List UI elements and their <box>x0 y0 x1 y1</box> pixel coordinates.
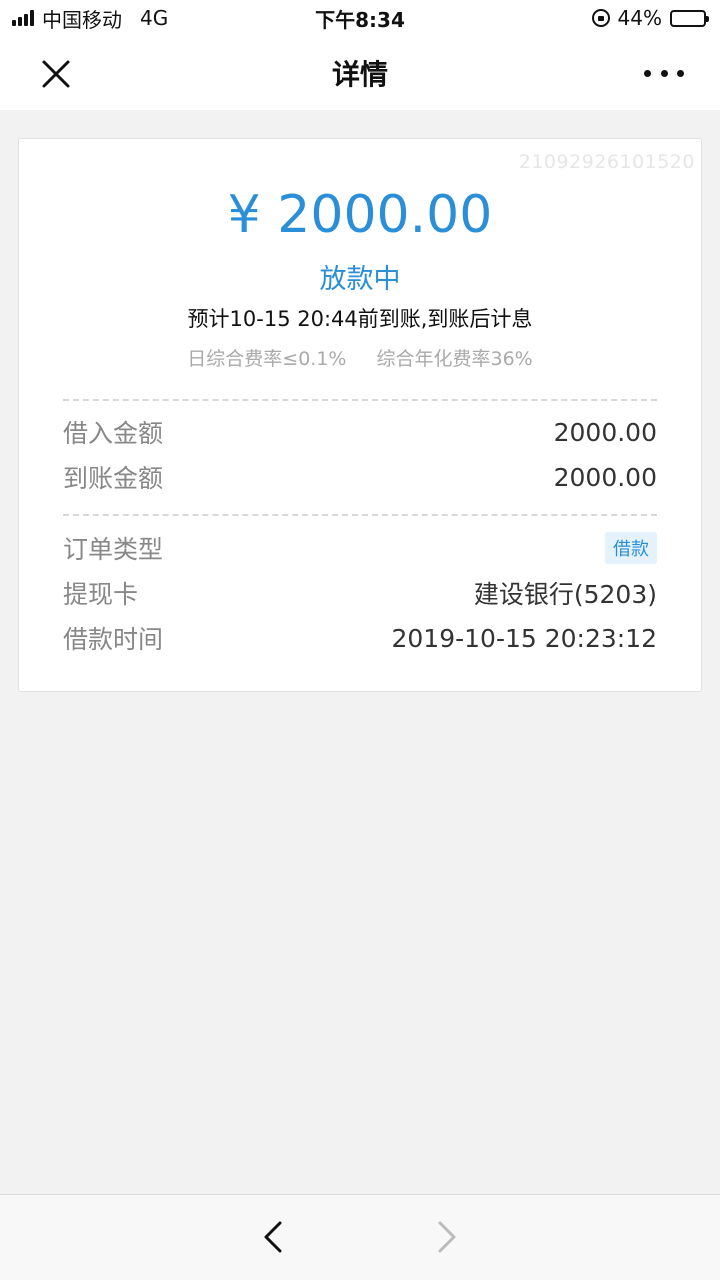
rate-info: 日综合费率≤0.1% 综合年化费率36% <box>19 344 701 371</box>
row-label: 提现卡 <box>63 580 139 609</box>
battery-percent: 44% <box>617 6 662 30</box>
nav-bar: 详情 <box>0 36 720 110</box>
more-icon[interactable] <box>644 58 684 88</box>
status-right: 44% <box>591 6 709 30</box>
annual-rate: 综合年化费率36% <box>376 348 533 370</box>
detail-row-loan-time: 借款时间 2019-10-15 20:23:12 <box>63 618 657 658</box>
rotation-lock-icon <box>591 9 610 27</box>
loan-status: 放款中 <box>319 264 401 295</box>
row-value: 建设银行(5203) <box>473 580 657 609</box>
row-value: 2000.00 <box>553 462 657 492</box>
row-label: 到账金额 <box>63 464 164 493</box>
daily-rate: 日综合费率≤0.1% <box>187 348 347 370</box>
status-left: 中国移动 4G <box>12 4 168 33</box>
back-arrow-icon[interactable] <box>258 1217 288 1257</box>
row-value: 2019-10-15 20:23:12 <box>391 623 657 653</box>
order-number: 21092926101520 <box>518 151 695 173</box>
row-label: 订单类型 <box>63 535 164 564</box>
detail-row-borrow-amount: 借入金额 2000.00 <box>63 412 657 452</box>
network-type: 4G <box>140 6 169 30</box>
signal-icon <box>12 10 34 26</box>
row-label: 借入金额 <box>63 419 164 448</box>
detail-row-card: 提现卡 建设银行(5203) <box>63 573 657 613</box>
divider <box>63 399 657 401</box>
page-title: 详情 <box>331 58 388 91</box>
divider <box>63 514 657 516</box>
status-bar: 中国移动 4G 下午8:34 44% <box>0 0 720 36</box>
bottom-toolbar <box>0 1194 720 1280</box>
battery-icon <box>670 9 709 27</box>
detail-row-arrival-amount: 到账金额 2000.00 <box>63 457 657 497</box>
forward-arrow-icon[interactable] <box>432 1217 462 1257</box>
order-type-badge: 借款 <box>605 532 657 564</box>
order-detail-card: 21092926101520 ¥ 2000.00 放款中 预计10-15 20:… <box>18 138 702 692</box>
row-label: 借款时间 <box>63 625 164 654</box>
carrier-name: 中国移动 <box>42 7 122 32</box>
close-icon[interactable] <box>38 56 74 92</box>
row-value: 2000.00 <box>553 417 657 447</box>
loan-amount: ¥ 2000.00 <box>227 185 493 245</box>
arrival-estimate: 预计10-15 20:44前到账,到账后计息 <box>187 307 533 331</box>
detail-row-order-type: 订单类型 借款 <box>63 528 657 568</box>
